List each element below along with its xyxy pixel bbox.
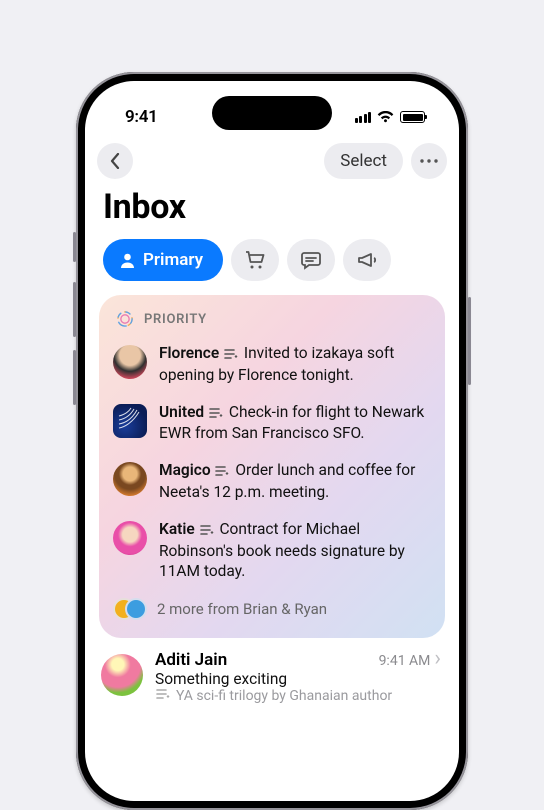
priority-item[interactable]: Florence Invited to izakaya soft opening… [113, 339, 431, 398]
battery-icon [400, 111, 425, 123]
cellular-icon [355, 112, 372, 123]
priority-more-text: 2 more from Brian & Ryan [157, 600, 327, 618]
cart-icon [244, 250, 266, 270]
tab-primary[interactable]: Primary [103, 239, 223, 281]
priority-item[interactable]: Katie Contract for Michael Robinson's bo… [113, 515, 431, 589]
priority-card[interactable]: PRIORITY Florence Invited to izakaya sof… [99, 295, 445, 638]
back-button[interactable] [97, 143, 133, 179]
nav-bar: Select [85, 135, 459, 183]
tab-shopping[interactable] [231, 239, 279, 281]
dynamic-island [212, 96, 332, 130]
sender: Florence [159, 344, 219, 362]
sender: Aditi Jain [155, 650, 379, 670]
summary-icon [200, 522, 214, 542]
avatar [113, 345, 147, 379]
iphone-frame: 9:41 Select Inbox Primary [76, 72, 468, 810]
chat-icon [300, 250, 322, 270]
summary-text: Contract for Michael Robinson's book nee… [159, 520, 405, 580]
more-button[interactable] [411, 143, 447, 179]
time-label: 9:41 AM [379, 653, 431, 669]
wifi-icon [377, 111, 394, 123]
priority-item[interactable]: United Check-in for flight to Newark EWR… [113, 398, 431, 457]
person-icon [119, 252, 136, 269]
power-button [468, 297, 471, 385]
summary-icon [156, 688, 170, 704]
status-time: 9:41 [125, 107, 158, 127]
tab-updates[interactable] [287, 239, 335, 281]
page-title: Inbox [85, 183, 459, 239]
sender: United [159, 403, 204, 421]
volume-up-button [73, 282, 76, 337]
sender: Magico [159, 461, 211, 479]
chevron-right-icon: › [434, 652, 441, 666]
avatar [113, 521, 147, 555]
chevron-left-icon [110, 153, 120, 169]
side-button [73, 232, 76, 262]
summary-icon [224, 346, 238, 366]
avatar [113, 462, 147, 496]
apple-intelligence-icon [115, 309, 135, 329]
avatar [101, 654, 143, 696]
avatar-cluster [113, 592, 147, 626]
select-button[interactable]: Select [324, 143, 403, 179]
megaphone-icon [356, 250, 378, 270]
tab-promotions[interactable] [343, 239, 391, 281]
summary-icon [209, 405, 223, 425]
priority-more-row[interactable]: 2 more from Brian & Ryan [113, 589, 431, 628]
avatar [113, 404, 147, 438]
priority-item[interactable]: Magico Order lunch and coffee for Neeta'… [113, 456, 431, 515]
message-row[interactable]: Aditi Jain 9:41 AM › Something exciting … [85, 638, 459, 704]
sender: Katie [159, 520, 195, 538]
preview-text: YA sci-fi trilogy by Ghanaian author [176, 688, 392, 704]
summary-icon [215, 463, 229, 483]
category-tabs: Primary [85, 239, 459, 295]
priority-label: PRIORITY [144, 312, 207, 327]
ellipsis-icon [420, 159, 438, 163]
subject: Something exciting [155, 670, 441, 688]
volume-down-button [73, 350, 76, 405]
